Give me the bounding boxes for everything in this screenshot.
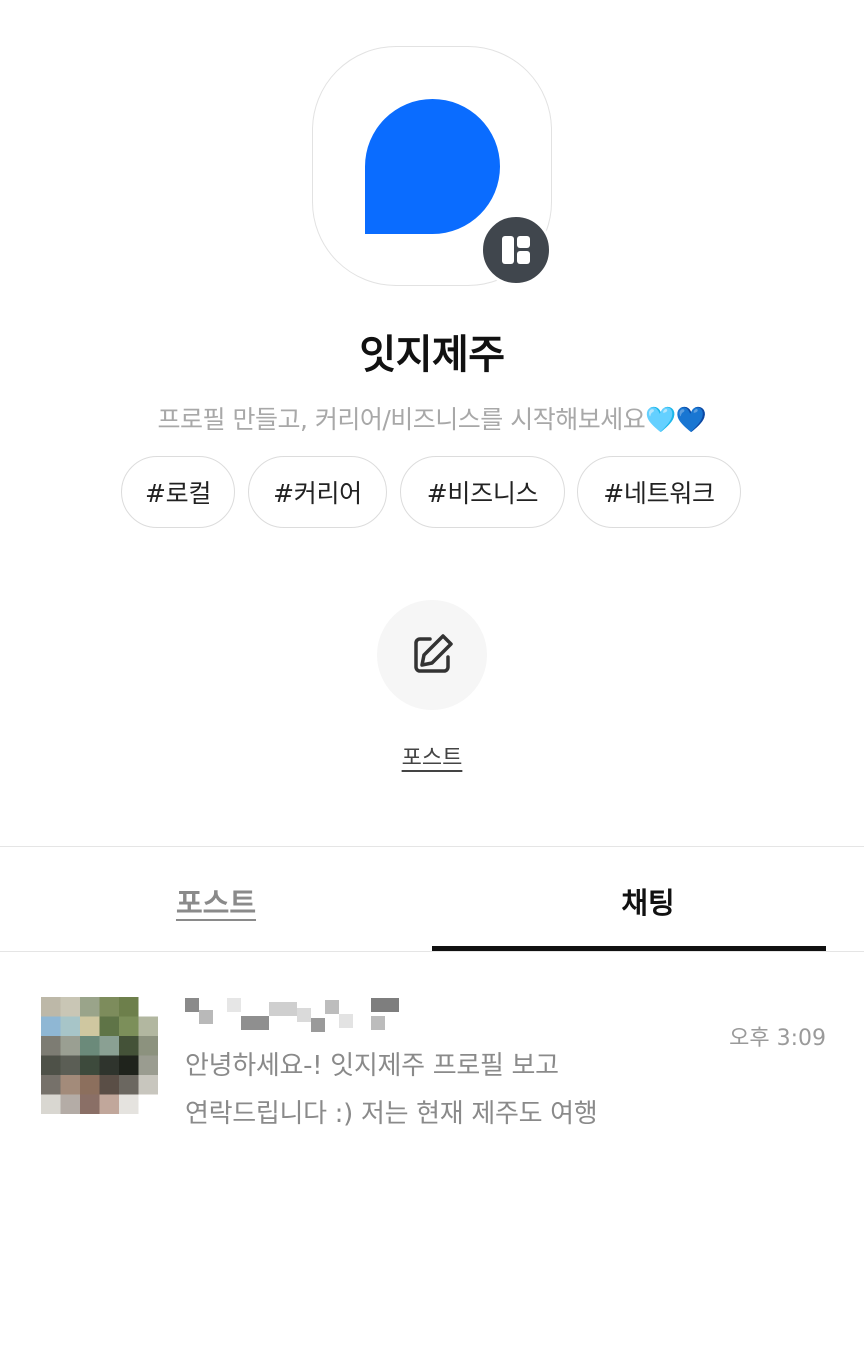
message-preview-line: 안녕하세요-! 잇지제주 프로필 보고 — [185, 1051, 559, 1081]
avatar — [41, 997, 158, 1114]
tag-chip[interactable]: #네트워크 — [577, 456, 741, 528]
sender-name-blurred — [185, 998, 399, 1032]
tag-chip[interactable]: #로컬 — [121, 456, 235, 528]
brand-badge[interactable] — [480, 214, 552, 286]
message-preview-line: 연락드립니다 :) 저는 현재 제주도 여행 — [185, 1099, 598, 1129]
write-post-button[interactable] — [377, 600, 487, 710]
write-post-label[interactable]: 포스트 — [332, 740, 532, 772]
edit-pencil-icon — [414, 634, 453, 673]
profile-name: 잇지제주 — [359, 332, 505, 378]
message-preview: 안녕하세요-! 잇지제주 프로필 보고 연락드립니다 :) 저는 현재 제주도 … — [185, 1042, 705, 1138]
tag-chip[interactable]: #커리어 — [248, 456, 387, 528]
speech-bubble-logo-icon — [365, 99, 500, 234]
chat-list-item[interactable]: 안녕하세요-! 잇지제주 프로필 보고 연락드립니다 :) 저는 현재 제주도 … — [0, 960, 864, 1160]
profile-description: 프로필 만들고, 커리어/비즈니스를 시작해보세요🩵💙 — [157, 405, 707, 434]
tab-chat[interactable]: 채팅 — [432, 880, 864, 922]
divider — [0, 951, 864, 952]
tag-list: #로컬 #커리어 #비즈니스 #네트워크 — [0, 456, 864, 528]
grid-layout-icon — [502, 236, 530, 264]
divider — [0, 846, 864, 847]
tab-post[interactable]: 포스트 — [0, 880, 432, 922]
message-time: 오후 3:09 — [729, 1026, 826, 1051]
tag-chip[interactable]: #비즈니스 — [400, 456, 565, 528]
